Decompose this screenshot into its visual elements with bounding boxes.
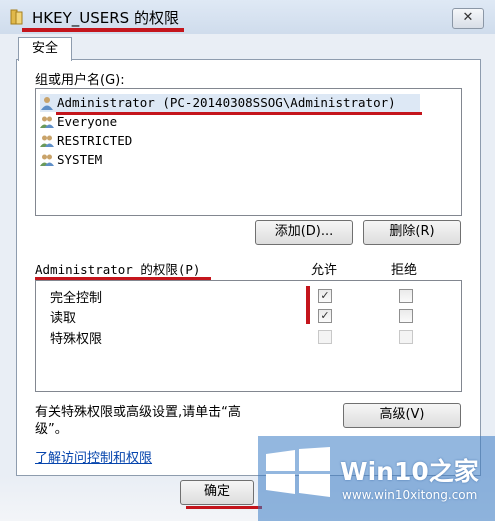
add-button[interactable]: 添加(D)...: [255, 220, 353, 245]
deny-column-header: 拒绝: [391, 263, 418, 278]
full-control-allow-checkbox[interactable]: ✓: [318, 289, 332, 303]
permissions-list: 完全控制 读取 特殊权限 ✓ ✓: [35, 280, 462, 392]
permission-name: 完全控制: [50, 291, 103, 306]
remove-button[interactable]: 删除(R): [363, 220, 461, 245]
special-allow-checkbox: [318, 330, 332, 344]
user-name: RESTRICTED: [57, 133, 133, 148]
list-item-user[interactable]: Everyone: [40, 113, 420, 131]
title-highlight-underline: [22, 28, 184, 32]
list-item-user[interactable]: SYSTEM: [40, 151, 420, 169]
watermark-brand: Win10之家: [340, 457, 479, 486]
selection-highlight-underline: [56, 112, 422, 115]
folder-icon: [10, 9, 23, 25]
allow-column-highlight-bar: [306, 286, 310, 324]
ok-button[interactable]: 确定: [180, 480, 254, 505]
read-allow-checkbox[interactable]: ✓: [318, 309, 332, 323]
windows-logo-icon: [266, 447, 330, 497]
tab-security[interactable]: 安全: [18, 37, 72, 61]
full-control-deny-checkbox[interactable]: [399, 289, 413, 303]
security-panel: 组或用户名(G): Administrator (PC-20140308SSOG…: [16, 59, 481, 476]
group-icon: [40, 135, 54, 147]
group-icon: [40, 154, 54, 166]
permissions-header: Administrator 的权限(P): [35, 262, 201, 277]
permission-name: 特殊权限: [50, 332, 103, 347]
user-name: Administrator (PC-20140308SSOG\Administr…: [57, 95, 396, 110]
list-item-user[interactable]: RESTRICTED: [40, 132, 420, 150]
list-item-user[interactable]: Administrator (PC-20140308SSOG\Administr…: [40, 94, 420, 112]
advanced-button[interactable]: 高级(V): [343, 403, 461, 428]
user-list[interactable]: Administrator (PC-20140308SSOG\Administr…: [35, 88, 462, 216]
allow-column-header: 允许: [311, 263, 338, 278]
read-deny-checkbox[interactable]: [399, 309, 413, 323]
close-button[interactable]: ✕: [452, 8, 484, 29]
window-title: HKEY_USERS 的权限: [32, 9, 179, 27]
advanced-help-text-cont: 级”。: [35, 422, 68, 437]
group-label: 组或用户名(G):: [35, 73, 125, 88]
user-name: Everyone: [57, 114, 118, 129]
watermark-url: www.win10xitong.com: [342, 488, 478, 502]
permission-name: 读取: [50, 311, 77, 326]
user-icon: [41, 97, 53, 110]
group-icon: [40, 116, 54, 128]
special-deny-checkbox: [399, 330, 413, 344]
ok-highlight-underline: [186, 506, 262, 509]
learn-access-control-link[interactable]: 了解访问控制和权限: [35, 447, 152, 466]
user-name: SYSTEM: [57, 152, 103, 167]
